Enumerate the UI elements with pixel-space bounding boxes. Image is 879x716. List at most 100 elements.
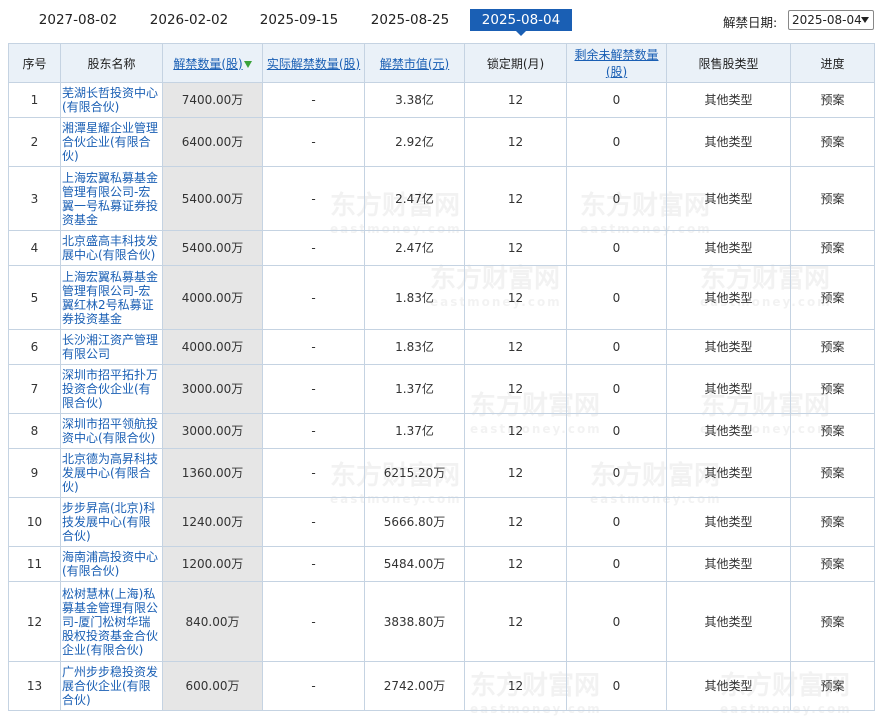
date-tab-2[interactable]: 2026-02-02 — [141, 9, 237, 31]
unlock-qty: 1200.00万 — [162, 546, 263, 582]
row-index: 11 — [8, 546, 61, 582]
row-index: 1 — [8, 82, 61, 118]
table-row: 10 步步昇高(北京)科技发展中心(有限合伙) 1240.00万 -5666.80万 1… — [8, 497, 875, 547]
actual-qty: - — [262, 329, 365, 365]
col-header-remaining-qty[interactable]: 剩余未解禁数量(股) — [566, 43, 667, 83]
holder-name[interactable]: 上海宏翼私募基金管理有限公司-宏翼红林2号私募证券投资基金 — [60, 265, 163, 330]
lock-period: 12 — [464, 82, 567, 118]
unlock-date-select[interactable]: 2025-08-04 — [788, 10, 874, 30]
row-index: 6 — [8, 329, 61, 365]
row-index: 7 — [8, 364, 61, 414]
unlock-qty: 4000.00万 — [162, 265, 263, 330]
actual-qty: - — [262, 265, 365, 330]
sort-link-actual-qty[interactable]: 实际解禁数量(股) — [267, 57, 360, 71]
remaining-qty: 0 — [566, 82, 667, 118]
holder-name[interactable]: 北京盛高丰科技发展中心(有限合伙) — [60, 230, 163, 266]
holder-name[interactable]: 深圳市招平拓扑万投资合伙企业(有限合伙) — [60, 364, 163, 414]
date-tab-1[interactable]: 2027-08-02 — [30, 9, 126, 31]
unlock-qty: 6400.00万 — [162, 117, 263, 167]
actual-qty: - — [262, 546, 365, 582]
row-index: 5 — [8, 265, 61, 330]
share-type: 其他类型 — [666, 413, 791, 449]
progress: 预案 — [790, 117, 875, 167]
lock-period: 12 — [464, 413, 567, 449]
share-type: 其他类型 — [666, 364, 791, 414]
market-value: 3.38亿 — [364, 82, 465, 118]
sort-down-icon — [243, 60, 252, 68]
lock-period: 12 — [464, 448, 567, 498]
progress: 预案 — [790, 329, 875, 365]
unlock-date-value: 2025-08-04 — [792, 13, 862, 27]
holder-name[interactable]: 深圳市招平领航投资中心(有限合伙) — [60, 413, 163, 449]
market-value: 1.37亿 — [364, 364, 465, 414]
unlock-qty: 600.00万 — [162, 661, 263, 711]
share-type: 其他类型 — [666, 265, 791, 330]
holder-name[interactable]: 长沙湘江资产管理有限公司 — [60, 329, 163, 365]
lock-period: 12 — [464, 546, 567, 582]
actual-qty: - — [262, 581, 365, 662]
lock-period: 12 — [464, 329, 567, 365]
date-tab-3[interactable]: 2025-09-15 — [251, 9, 347, 31]
table-row: 13 广州步步稳投资发展合伙企业(有限合伙) 600.00万 -2742.00万 12 0… — [8, 661, 875, 711]
unlock-qty: 3000.00万 — [162, 413, 263, 449]
lock-period: 12 — [464, 581, 567, 662]
holder-name[interactable]: 步步昇高(北京)科技发展中心(有限合伙) — [60, 497, 163, 547]
share-type: 其他类型 — [666, 166, 791, 231]
market-value: 5666.80万 — [364, 497, 465, 547]
share-type: 其他类型 — [666, 448, 791, 498]
sort-link-unlock-qty[interactable]: 解禁数量(股) — [173, 57, 242, 71]
actual-qty: - — [262, 117, 365, 167]
share-type: 其他类型 — [666, 329, 791, 365]
table-row: 3 上海宏翼私募基金管理有限公司-宏翼一号私募证券投资基金 5400.00万 -2.4… — [8, 166, 875, 231]
holder-name[interactable]: 北京德为高昇科技发展中心(有限合伙) — [60, 448, 163, 498]
unlock-qty: 4000.00万 — [162, 329, 263, 365]
progress: 预案 — [790, 546, 875, 582]
progress: 预案 — [790, 230, 875, 266]
share-type: 其他类型 — [666, 230, 791, 266]
remaining-qty: 0 — [566, 265, 667, 330]
sort-link-market-value[interactable]: 解禁市值(元) — [380, 57, 449, 71]
holder-name[interactable]: 上海宏翼私募基金管理有限公司-宏翼一号私募证券投资基金 — [60, 166, 163, 231]
holder-name[interactable]: 海南浦高投资中心(有限合伙) — [60, 546, 163, 582]
unlock-qty: 3000.00万 — [162, 364, 263, 414]
progress: 预案 — [790, 413, 875, 449]
actual-qty: - — [262, 448, 365, 498]
holder-name[interactable]: 湘潭星耀企业管理合伙企业(有限合伙) — [60, 117, 163, 167]
table-row: 12 松树慧林(上海)私募基金管理有限公司-厦门松树华瑞股权投资基金合伙企业(有限… — [8, 581, 875, 662]
col-header-unlock-qty[interactable]: 解禁数量(股) — [162, 43, 263, 83]
date-tab-5-active[interactable]: 2025-08-04 — [470, 9, 572, 36]
actual-qty: - — [262, 661, 365, 711]
unlock-qty: 840.00万 — [162, 581, 263, 662]
lock-period: 12 — [464, 166, 567, 231]
lock-period: 12 — [464, 661, 567, 711]
row-index: 9 — [8, 448, 61, 498]
market-value: 1.83亿 — [364, 265, 465, 330]
holder-name[interactable]: 松树慧林(上海)私募基金管理有限公司-厦门松树华瑞股权投资基金合伙企业(有限合伙… — [60, 581, 163, 662]
table-header: 序号 股东名称 解禁数量(股) 实际解禁数量(股) 解禁市值(元) 锁定期(月)… — [8, 43, 875, 83]
lock-period: 12 — [464, 230, 567, 266]
progress: 预案 — [790, 581, 875, 662]
remaining-qty: 0 — [566, 413, 667, 449]
col-header-actual-qty[interactable]: 实际解禁数量(股) — [262, 43, 365, 83]
remaining-qty: 0 — [566, 581, 667, 662]
market-value: 6215.20万 — [364, 448, 465, 498]
holder-name[interactable]: 广州步步稳投资发展合伙企业(有限合伙) — [60, 661, 163, 711]
remaining-qty: 0 — [566, 448, 667, 498]
actual-qty: - — [262, 166, 365, 231]
lock-period: 12 — [464, 364, 567, 414]
unlock-qty: 1360.00万 — [162, 448, 263, 498]
holder-name[interactable]: 芜湖长哲投资中心(有限合伙) — [60, 82, 163, 118]
remaining-qty: 0 — [566, 364, 667, 414]
table-row: 2 湘潭星耀企业管理合伙企业(有限合伙) 6400.00万 -2.92亿 12 0 其他类型… — [8, 117, 875, 167]
date-tab-4[interactable]: 2025-08-25 — [362, 9, 458, 31]
share-type: 其他类型 — [666, 82, 791, 118]
row-index: 4 — [8, 230, 61, 266]
actual-qty: - — [262, 497, 365, 547]
table-row: 6 长沙湘江资产管理有限公司 4000.00万 -1.83亿 12 0 其他类型 预案 — [8, 329, 875, 365]
table-row: 8 深圳市招平领航投资中心(有限合伙) 3000.00万 -1.37亿 12 0 其他类型预… — [8, 413, 875, 449]
row-index: 3 — [8, 166, 61, 231]
sort-link-remaining-qty[interactable]: 剩余未解禁数量(股) — [574, 48, 658, 79]
col-header-market-value[interactable]: 解禁市值(元) — [364, 43, 465, 83]
col-header-share-type: 限售股类型 — [666, 43, 791, 83]
progress: 预案 — [790, 82, 875, 118]
